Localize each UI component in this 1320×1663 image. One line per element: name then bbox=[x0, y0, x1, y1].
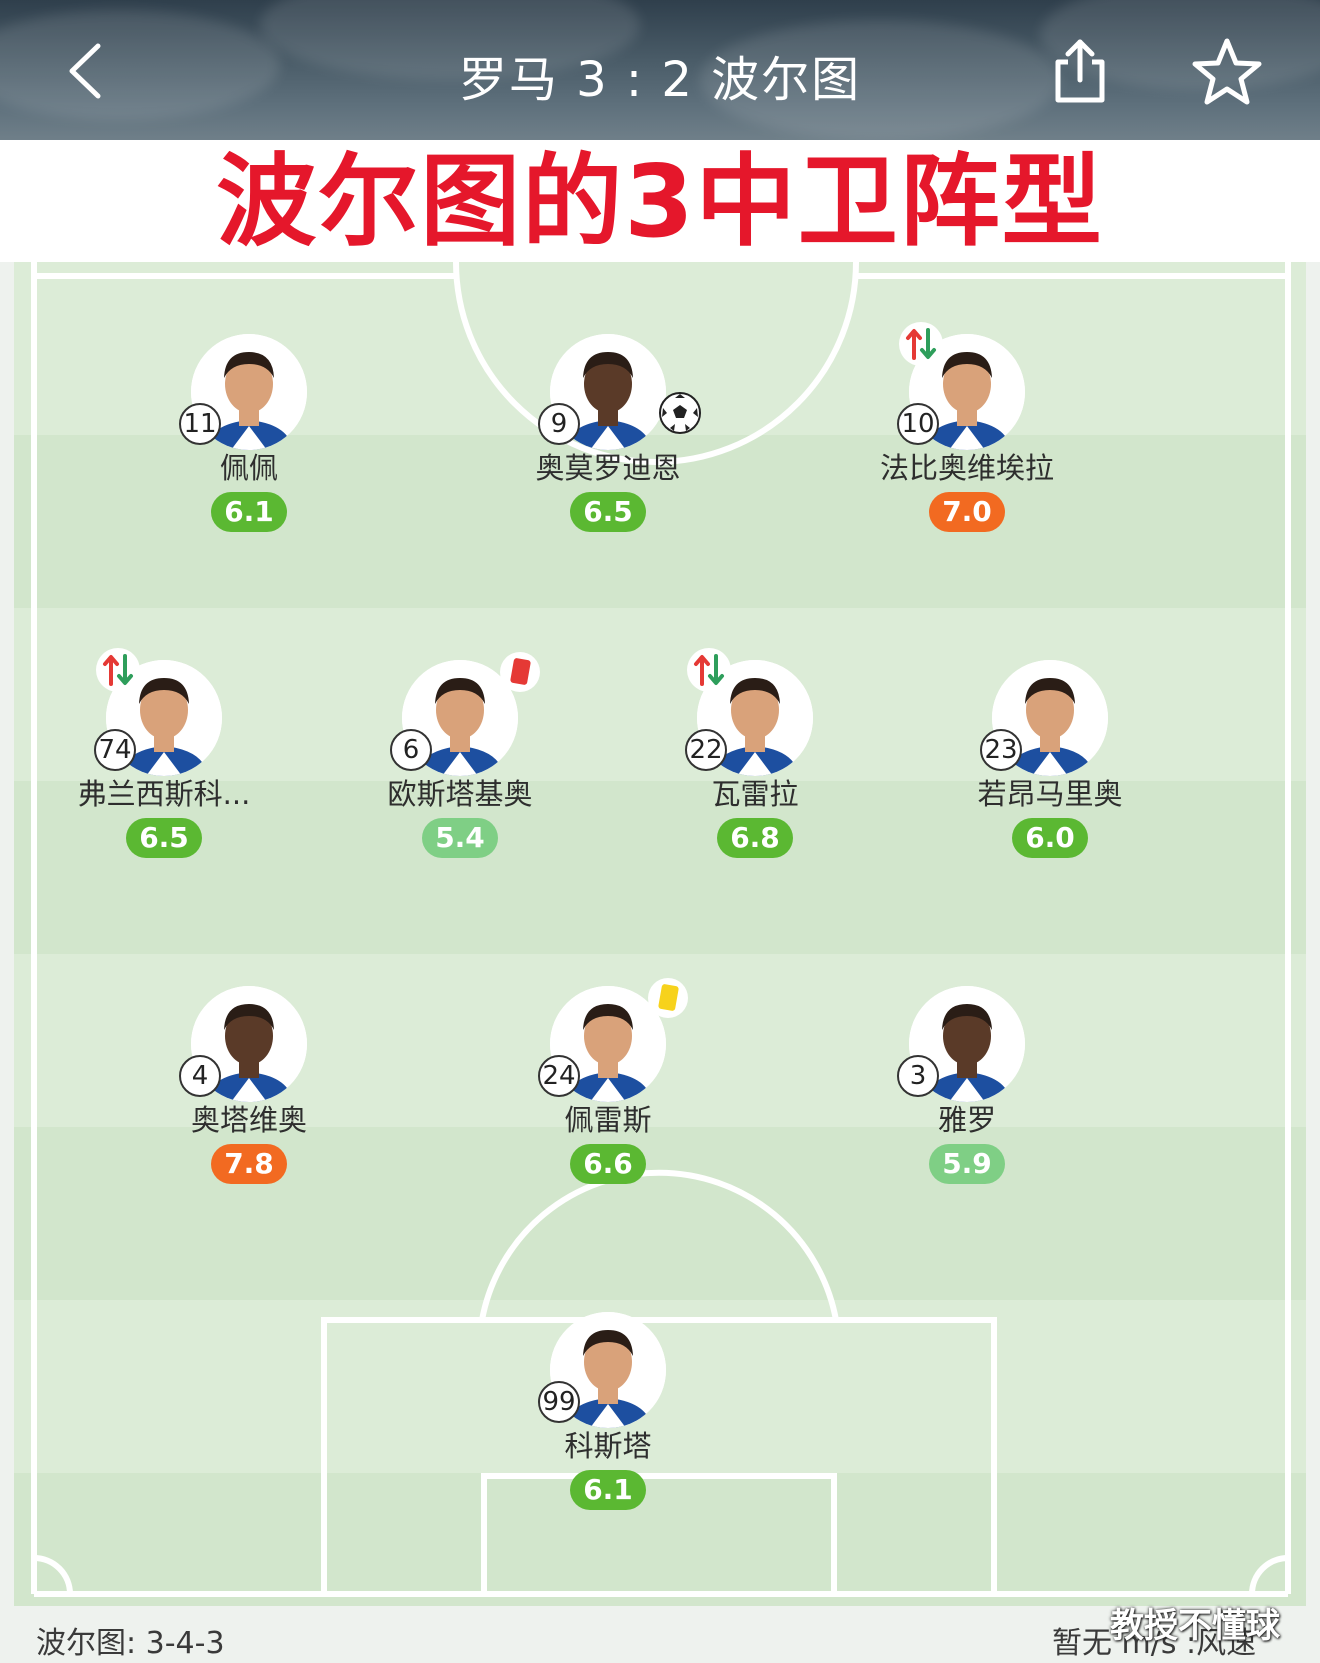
jersey-number: 24 bbox=[538, 1055, 580, 1097]
player-rating-badge: 6.5 bbox=[570, 492, 646, 532]
watermark: 教授不懂球 bbox=[1110, 1606, 1280, 1646]
yellow-card bbox=[657, 983, 680, 1012]
star-outline-icon bbox=[1192, 38, 1262, 105]
substitution-arrows-icon bbox=[103, 654, 133, 686]
player-name: 佩雷斯 bbox=[564, 1103, 652, 1137]
player-rating-badge: 6.8 bbox=[717, 818, 793, 858]
player-name: 佩佩 bbox=[219, 451, 278, 485]
caption-text: 波尔图的3中卫阵型 bbox=[216, 143, 1104, 260]
jersey-number: 22 bbox=[685, 729, 727, 771]
player-rating-badge: 6.6 bbox=[570, 1144, 646, 1184]
player-name: 奥莫罗迪恩 bbox=[535, 451, 681, 485]
player-name: 雅罗 bbox=[937, 1103, 996, 1137]
player-card[interactable]: 11 佩佩 6.1 bbox=[139, 334, 359, 544]
red-card-icon bbox=[500, 652, 540, 692]
player-name: 奥塔维奥 bbox=[190, 1103, 307, 1137]
player-card[interactable]: 22 瓦雷拉 6.8 bbox=[645, 648, 865, 870]
player-rating-badge: 6.1 bbox=[570, 1470, 646, 1510]
player-rating-badge: 5.9 bbox=[929, 1144, 1005, 1184]
player-name: 弗兰西斯科... bbox=[77, 777, 251, 811]
player-name: 瓦雷拉 bbox=[711, 777, 799, 811]
top-app-bar: 罗马 3 : 2 波尔图 bbox=[0, 0, 1320, 140]
jersey-number: 99 bbox=[538, 1381, 580, 1423]
player-card[interactable]: 74 弗兰西斯科... 6.5 bbox=[54, 648, 274, 870]
jersey-number: 11 bbox=[179, 403, 221, 445]
yellow-card-icon bbox=[648, 978, 688, 1018]
player-card[interactable]: 10 法比奥维埃拉 7.0 bbox=[857, 322, 1077, 544]
substitution-icon bbox=[96, 648, 140, 692]
jersey-number: 9 bbox=[538, 403, 580, 445]
player-card[interactable]: 99 科斯塔 6.1 bbox=[498, 1312, 718, 1522]
player-name: 欧斯塔基奥 bbox=[387, 777, 533, 811]
jersey-number: 74 bbox=[94, 729, 136, 771]
player-rating-badge: 6.0 bbox=[1012, 818, 1088, 858]
player-rating-badge: 6.5 bbox=[126, 818, 202, 858]
substitution-arrows-icon bbox=[906, 328, 936, 360]
caption-banner: 波尔图的3中卫阵型 bbox=[0, 140, 1320, 262]
formation-label: 波尔图: 3-4-3 bbox=[36, 1626, 225, 1661]
jersey-number: 23 bbox=[980, 729, 1022, 771]
football-icon bbox=[659, 392, 701, 434]
substitution-arrows-icon bbox=[694, 654, 724, 686]
substitution-icon bbox=[899, 322, 943, 366]
player-card[interactable]: 23 若昂马里奥 6.0 bbox=[940, 660, 1160, 870]
player-name: 科斯塔 bbox=[564, 1429, 652, 1463]
substitution-icon bbox=[687, 648, 731, 692]
player-card[interactable]: 3 雅罗 5.9 bbox=[857, 986, 1077, 1196]
share-icon bbox=[1055, 39, 1105, 103]
player-name: 法比奥维埃拉 bbox=[879, 451, 1054, 485]
player-card[interactable]: 6 欧斯塔基奥 5.4 bbox=[350, 652, 570, 870]
jersey-number: 3 bbox=[897, 1055, 939, 1097]
jersey-number: 10 bbox=[897, 403, 939, 445]
player-rating-badge: 5.4 bbox=[422, 818, 498, 858]
red-card bbox=[509, 657, 532, 686]
player-name: 若昂马里奥 bbox=[977, 777, 1123, 811]
player-card[interactable]: 9 奥莫罗迪恩 6.5 bbox=[498, 334, 718, 544]
player-card[interactable]: 24 佩雷斯 6.6 bbox=[498, 978, 718, 1196]
player-rating-badge: 7.0 bbox=[929, 492, 1005, 532]
favorite-button[interactable] bbox=[1190, 36, 1264, 108]
jersey-number: 4 bbox=[179, 1055, 221, 1097]
lineup-pitch: 11 佩佩 6.1 9 奥莫罗迪恩 6.5 10 法比奥维埃拉 7.0 74 弗兰西斯科... 6.5… bbox=[14, 262, 1306, 1606]
match-title: 罗马 3 : 2 波尔图 bbox=[458, 52, 862, 108]
jersey-number: 6 bbox=[390, 729, 432, 771]
player-rating-badge: 7.8 bbox=[211, 1144, 287, 1184]
share-button[interactable] bbox=[1048, 36, 1112, 106]
player-rating-badge: 6.1 bbox=[211, 492, 287, 532]
player-card[interactable]: 4 奥塔维奥 7.8 bbox=[139, 986, 359, 1196]
football-icon bbox=[658, 391, 702, 435]
